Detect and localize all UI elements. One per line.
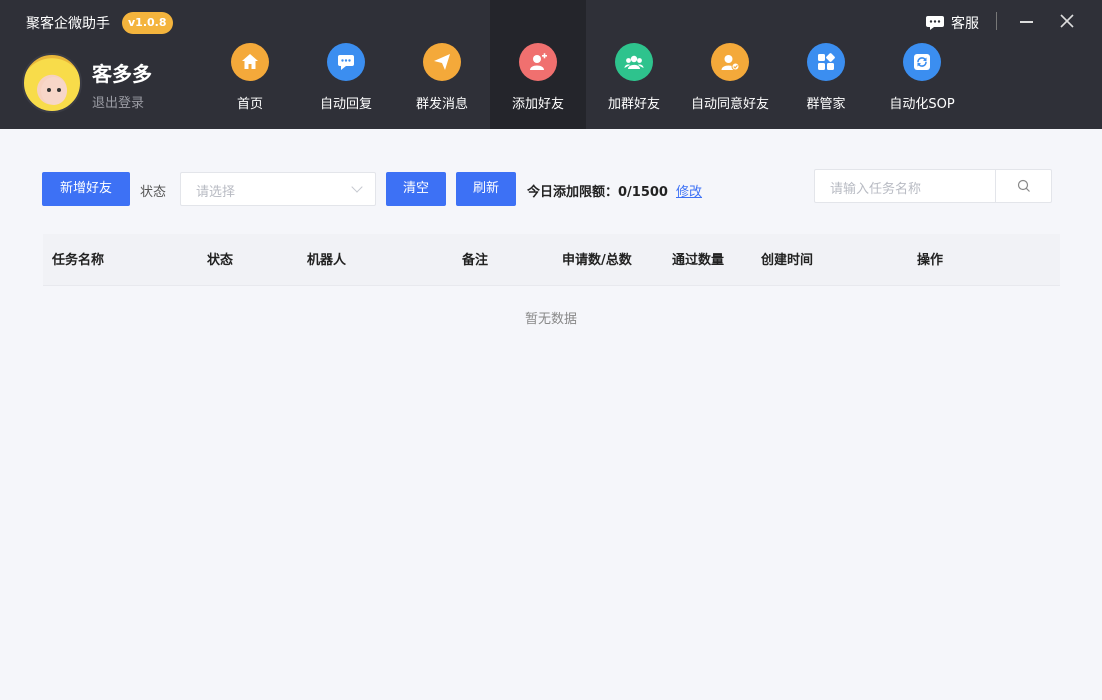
home-icon <box>231 43 269 81</box>
search-input[interactable]: 请输入任务名称 <box>830 178 921 197</box>
nav-item-group-friends[interactable]: 加群好友 <box>586 0 682 129</box>
window-separator <box>996 12 997 30</box>
clear-button[interactable]: 清空 <box>386 172 446 206</box>
apps-icon <box>807 43 845 81</box>
refresh-button[interactable]: 刷新 <box>456 172 516 206</box>
column-header: 申请数/总数 <box>562 253 632 268</box>
column-header: 备注 <box>462 253 489 268</box>
nav-label: 添加好友 <box>511 97 564 112</box>
nav-label: 加群好友 <box>607 97 660 112</box>
app-title: 聚客企微助手 <box>26 16 110 32</box>
title-bar: 聚客企微助手 v1.0.8 客服 客多多 退出登录 首页 自动回复 群发消息 添… <box>0 0 1102 129</box>
search-button[interactable] <box>995 170 1052 202</box>
modify-limit-link[interactable]: 修改 <box>676 181 702 200</box>
column-header: 通过数量 <box>672 253 725 268</box>
nav-item-add-friend[interactable]: 添加好友 <box>490 0 586 129</box>
close-icon <box>1060 14 1074 28</box>
cycle-icon <box>903 43 941 81</box>
nav-label: 群发消息 <box>415 97 468 112</box>
close-button[interactable] <box>1058 12 1076 30</box>
add-user-icon <box>519 43 557 81</box>
nav-item-broadcast[interactable]: 群发消息 <box>394 0 490 129</box>
logout-link[interactable]: 退出登录 <box>92 92 144 111</box>
column-header: 操作 <box>917 253 944 268</box>
group-icon <box>615 43 653 81</box>
search-icon <box>1017 179 1030 192</box>
user-name: 客多多 <box>92 62 152 86</box>
empty-state: 暂无数据 <box>524 312 577 327</box>
add-friend-button[interactable]: 新增好友 <box>42 172 130 206</box>
column-header: 创建时间 <box>761 253 814 268</box>
chevron-down-icon <box>351 181 363 193</box>
nav-label: 自动同意好友 <box>690 97 769 112</box>
nav-item-auto-accept[interactable]: 自动同意好友 <box>682 0 778 129</box>
nav-item-home[interactable]: 首页 <box>202 0 298 129</box>
status-select[interactable]: 请选择 <box>180 172 376 206</box>
version-badge: v1.0.8 <box>122 12 173 34</box>
nav-label: 群管家 <box>806 97 846 112</box>
table-header: 任务名称 状态 机器人 备注 申请数/总数 通过数量 创建时间 操作 <box>43 234 1060 286</box>
minimize-button[interactable] <box>1020 21 1033 23</box>
nav-item-automation-sop[interactable]: 自动化SOP <box>874 0 970 129</box>
send-icon <box>423 43 461 81</box>
nav-label: 自动回复 <box>319 97 372 112</box>
avatar <box>22 53 82 113</box>
column-header: 状态 <box>207 253 234 268</box>
task-search: 请输入任务名称 <box>814 169 1052 203</box>
nav-label: 首页 <box>236 97 263 112</box>
column-header: 机器人 <box>307 253 347 268</box>
status-label: 状态 <box>140 185 167 200</box>
chat-bubble-icon <box>327 43 365 81</box>
daily-limit-text: 今日添加限额：0/1500 <box>527 185 668 200</box>
nav-item-auto-reply[interactable]: 自动回复 <box>298 0 394 129</box>
status-select-placeholder: 请选择 <box>196 185 236 200</box>
accept-user-icon <box>711 43 749 81</box>
nav-item-group-manager[interactable]: 群管家 <box>778 0 874 129</box>
column-header: 任务名称 <box>52 253 105 268</box>
nav-label: 自动化SOP <box>889 97 955 112</box>
